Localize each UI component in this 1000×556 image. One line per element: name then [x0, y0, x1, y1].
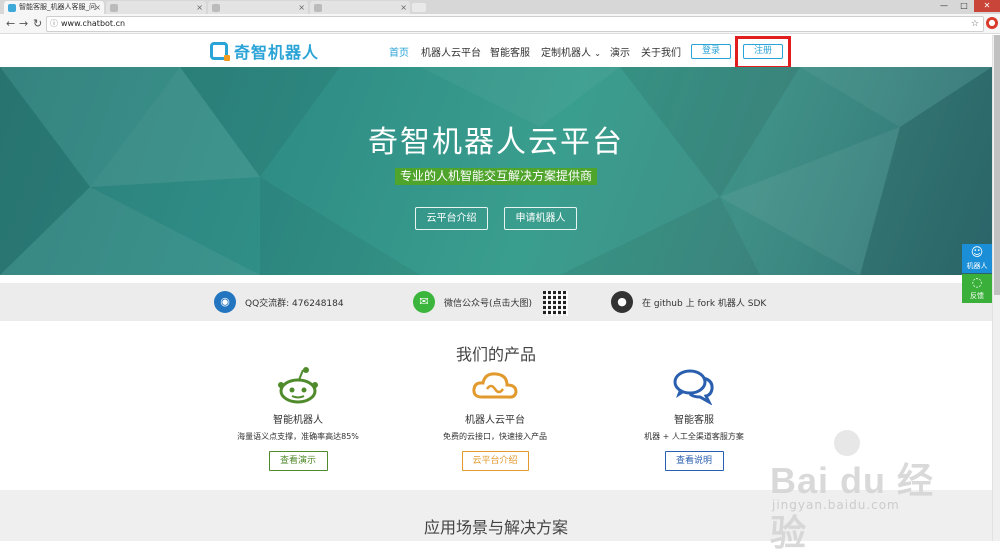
platform-intro-button[interactable]: 云平台介绍 — [415, 207, 488, 230]
hero-banner: 奇智机器人云平台 专业的人机智能交互解决方案提供商 云平台介绍 申请机器人 — [0, 67, 992, 275]
site-favicon-icon — [212, 4, 220, 12]
browser-toolbar: ← → ↻ ⓘ www.chatbot.cn ☆ ● — [0, 14, 1000, 34]
extension-icon[interactable]: ● — [986, 17, 998, 29]
wechat-icon: ✉ — [413, 291, 435, 313]
site-header: 奇智机器人 首页 机器人云平台 智能客服 定制机器人 ⌄ 演示 关于我们 登录 … — [0, 35, 992, 67]
qq-group-link[interactable]: ◉ QQ交流群: 476248184 — [214, 290, 344, 314]
view-demo-button[interactable]: 查看演示 — [268, 451, 328, 471]
info-icon[interactable]: ⓘ — [50, 17, 58, 31]
products-section-title: 我们的产品 — [455, 345, 536, 364]
view-details-button[interactable]: 查看说明 — [664, 451, 724, 471]
bookmark-star-icon[interactable]: ☆ — [971, 17, 979, 31]
qq-group-text: QQ交流群: 476248184 — [245, 298, 344, 309]
hero-subtitle: 专业的人机智能交互解决方案提供商 — [394, 168, 597, 185]
site-logo[interactable]: 奇智机器人 — [210, 40, 319, 62]
tab-close-icon[interactable]: × — [298, 1, 305, 14]
contact-strip: ◉ QQ交流群: 476248184 ✉ 微信公众号(点击大图) ● 在 git… — [0, 283, 992, 321]
maximize-button[interactable]: □ — [954, 0, 974, 12]
nav-item-custom-robot[interactable]: 定制机器人 ⌄ — [541, 44, 601, 59]
site-favicon-icon — [110, 4, 118, 12]
browser-tab-active[interactable]: 智能客服_机器人客服_问 × — [4, 1, 104, 14]
github-icon: ● — [611, 291, 633, 313]
chat-bubbles-icon — [594, 365, 794, 405]
watermark-url: jingyan.baidu.com — [772, 498, 900, 512]
baidu-jingyan-watermark: Bai du 经验 jingyan.baidu.com — [770, 430, 950, 553]
wechat-text: 微信公众号(点击大图) — [444, 298, 533, 309]
back-arrow-icon[interactable]: ← — [6, 17, 15, 31]
cloud-icon — [395, 365, 595, 405]
github-text: 在 github 上 fork 机器人 SDK — [642, 298, 767, 309]
float-feedback-button[interactable]: ◌ 反馈 — [962, 274, 992, 303]
product-smart-service: 智能客服 机器 + 人工全渠道客服方案 查看说明 — [594, 365, 794, 471]
robot-face-icon: ☺ — [970, 245, 984, 259]
robot-icon — [198, 365, 398, 405]
window-controls: — □ ✕ — [934, 0, 1000, 14]
address-bar[interactable]: ⓘ www.chatbot.cn ☆ — [46, 16, 984, 32]
browser-tab-bar: 智能客服_机器人客服_问 × × × × — □ ✕ — [0, 0, 1000, 14]
new-tab-button[interactable] — [412, 3, 426, 12]
site-favicon-icon — [8, 4, 16, 12]
nav-item-home[interactable]: 首页 — [389, 44, 409, 59]
browser-tab[interactable]: × — [208, 1, 308, 14]
nav-item-smart-service[interactable]: 智能客服 — [490, 44, 530, 59]
product-name: 机器人云平台 — [465, 415, 525, 426]
register-highlight-box — [735, 36, 791, 69]
logo-text: 奇智机器人 — [234, 43, 320, 62]
minimize-button[interactable]: — — [934, 0, 954, 12]
wechat-link[interactable]: ✉ 微信公众号(点击大图) — [413, 290, 532, 314]
feedback-bubble-icon: ◌ — [971, 275, 983, 289]
github-link[interactable]: ● 在 github 上 fork 机器人 SDK — [611, 290, 766, 314]
browser-tab[interactable]: × — [310, 1, 410, 14]
nav-item-demo[interactable]: 演示 — [610, 44, 630, 59]
page-scrollbar[interactable] — [992, 35, 1000, 541]
nav-item-custom-robot-label: 定制机器人 — [541, 48, 591, 59]
login-button[interactable]: 登录 — [691, 44, 731, 59]
browser-tab[interactable]: × — [106, 1, 206, 14]
cloud-intro-button[interactable]: 云平台介绍 — [461, 451, 529, 471]
site-favicon-icon — [314, 4, 322, 12]
tab-close-icon[interactable]: × — [94, 1, 101, 14]
forward-arrow-icon[interactable]: → — [19, 17, 28, 31]
close-window-button[interactable]: ✕ — [974, 0, 1000, 12]
product-desc: 免费的云接口，快速接入产品 — [443, 432, 547, 441]
nav-item-about[interactable]: 关于我们 — [641, 44, 681, 59]
qr-code-image[interactable] — [543, 291, 568, 316]
product-name: 智能机器人 — [273, 415, 323, 426]
hero-title: 奇智机器人云平台 — [368, 125, 624, 160]
scrollbar-thumb[interactable] — [994, 35, 1000, 295]
float-feedback-label: 反馈 — [970, 292, 984, 300]
product-smart-robot: 智能机器人 海量语义点支撑，准确率高达85% 查看演示 — [198, 365, 398, 471]
tab-close-icon[interactable]: × — [196, 1, 203, 14]
url-text: www.chatbot.cn — [61, 19, 126, 28]
apply-robot-button[interactable]: 申请机器人 — [504, 207, 577, 230]
tab-close-icon[interactable]: × — [400, 1, 407, 14]
nav-item-cloud-platform[interactable]: 机器人云平台 — [421, 44, 481, 59]
product-desc: 机器 + 人工全渠道客服方案 — [644, 432, 744, 441]
product-desc: 海量语义点支撑，准确率高达85% — [237, 432, 359, 441]
qq-icon: ◉ — [214, 291, 236, 313]
product-name: 智能客服 — [674, 415, 714, 426]
reload-icon[interactable]: ↻ — [33, 17, 42, 31]
float-robot-label: 机器人 — [966, 262, 988, 270]
float-robot-button[interactable]: ☺ 机器人 — [962, 244, 992, 273]
tab-title: 智能客服_机器人客服_问 — [19, 3, 96, 11]
chevron-down-icon: ⌄ — [594, 49, 601, 58]
logo-icon — [210, 42, 230, 61]
product-cloud-platform: 机器人云平台 免费的云接口，快速接入产品 云平台介绍 — [395, 365, 595, 471]
